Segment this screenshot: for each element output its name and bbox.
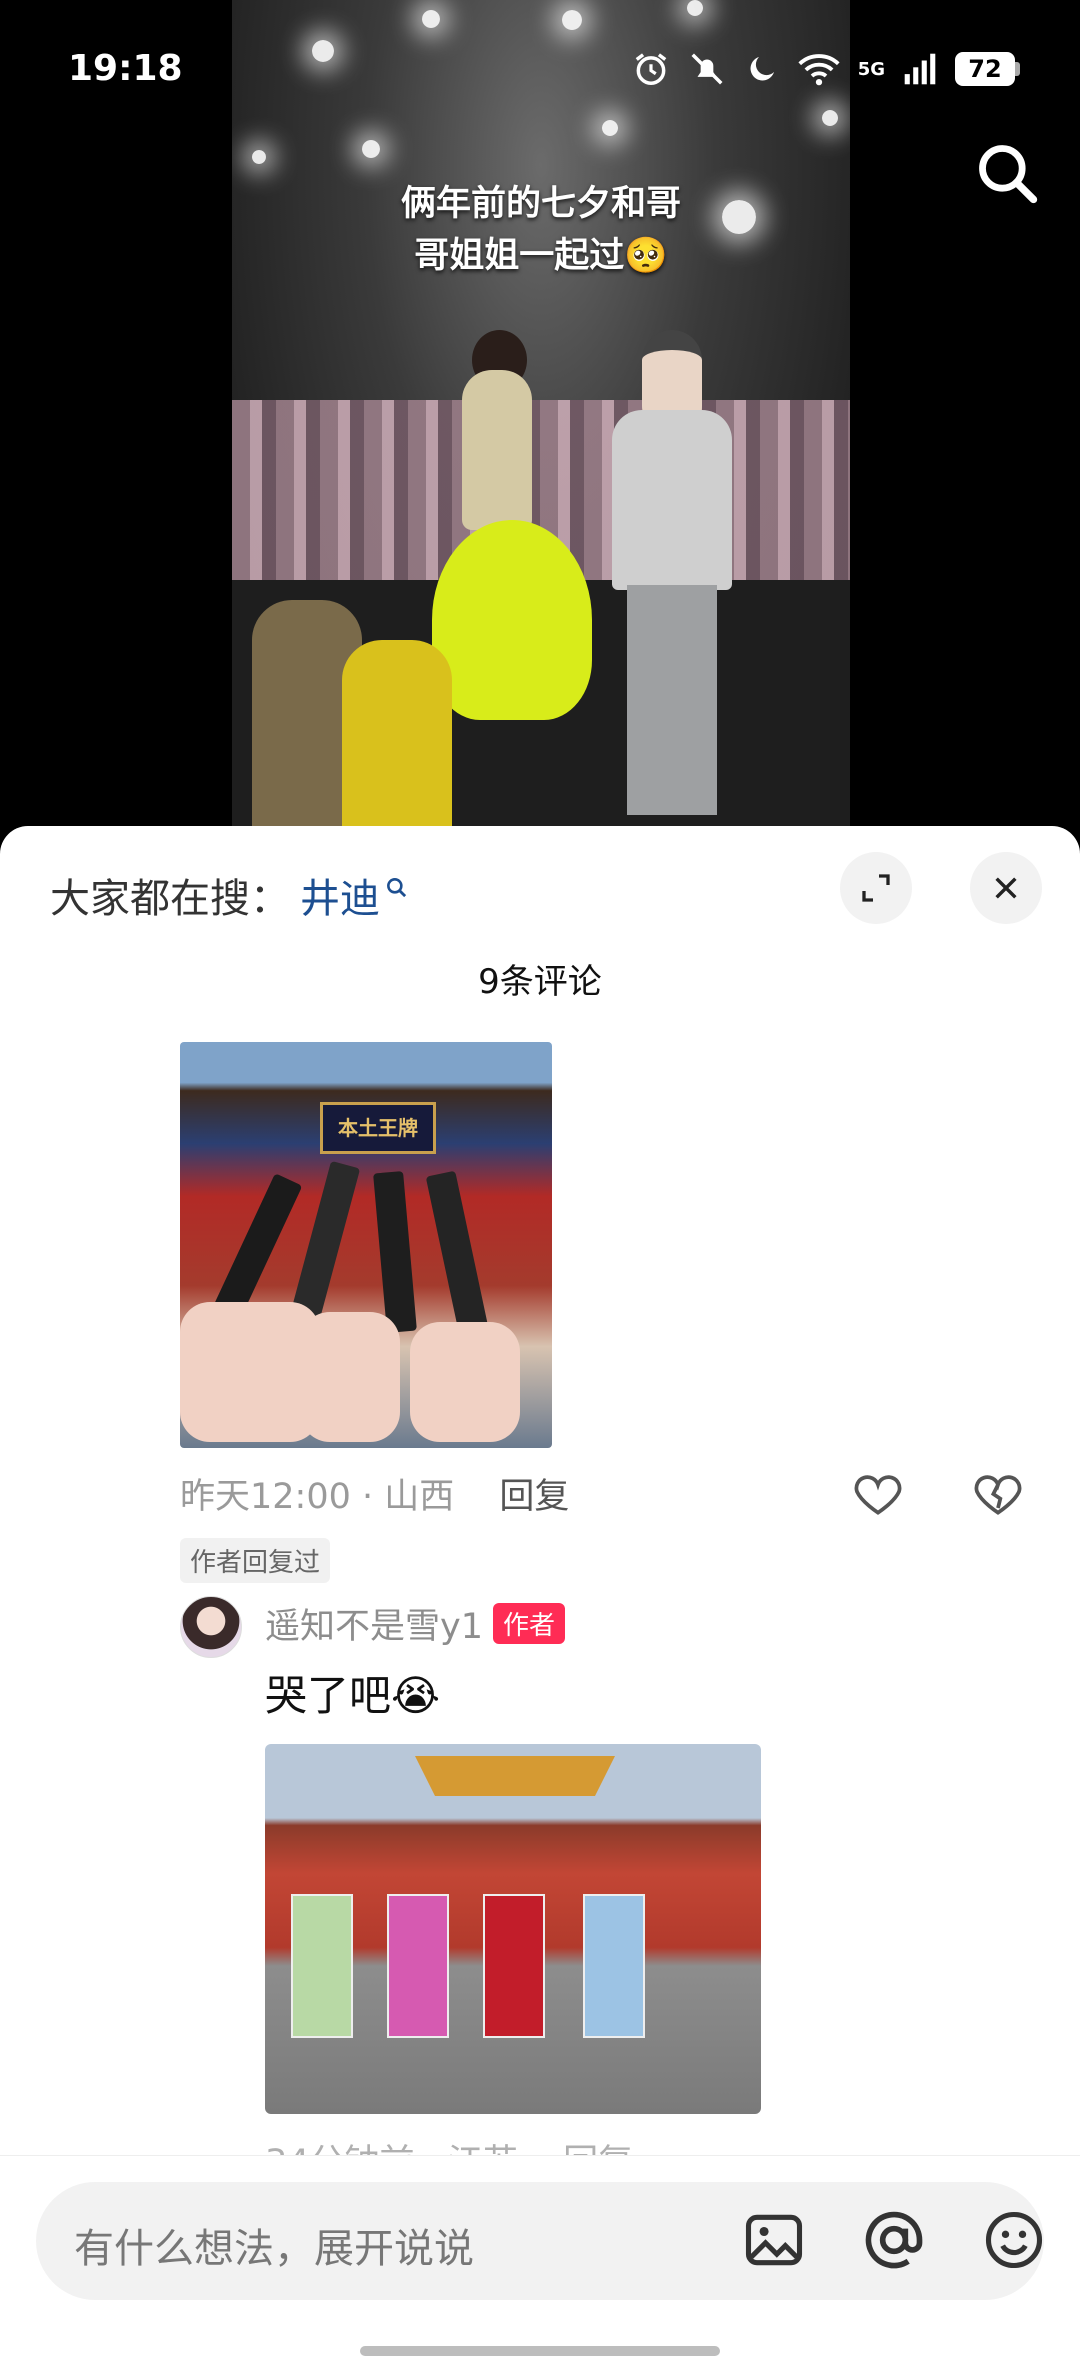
- status-bar: 19:18 5G 72: [0, 0, 1080, 140]
- avatar[interactable]: [180, 1596, 242, 1658]
- home-indicator[interactable]: [360, 2346, 720, 2356]
- trending-search[interactable]: 大家都在搜： 井迪: [50, 866, 410, 924]
- reply-button[interactable]: 回复: [499, 1477, 569, 1517]
- search-icon: [979, 145, 1038, 204]
- signal-icon: [904, 53, 936, 85]
- close-button[interactable]: [970, 852, 1042, 924]
- trending-label: 大家都在搜：: [50, 876, 290, 922]
- dislike-button[interactable]: [970, 1466, 1026, 1526]
- reply-user[interactable]: 遥知不是雪y1 作者: [265, 1598, 565, 1649]
- expand-button[interactable]: [840, 852, 912, 924]
- mention-button[interactable]: [860, 2206, 928, 2278]
- search-button[interactable]: [974, 140, 1042, 212]
- image-icon: [745, 2214, 803, 2266]
- alarm-icon: [635, 53, 666, 85]
- comment-count: 9条评论: [478, 962, 602, 1002]
- battery-icon: 72: [955, 52, 1020, 86]
- close-icon: [995, 877, 1017, 899]
- author-badge: 作者: [492, 1603, 565, 1644]
- battery-level: 72: [955, 52, 1015, 86]
- comment-input[interactable]: 有什么想法，展开说说: [36, 2182, 1044, 2300]
- comment-input-bar: 有什么想法，展开说说: [0, 2155, 1080, 2374]
- reply-text: 哭了吧😭: [265, 1671, 441, 1720]
- comment-sheet: 大家都在搜： 井迪 9条评论 本土王牌 昨天12:00 · 山西 回复 作者回复…: [0, 826, 1080, 2373]
- network-label: 5G: [857, 58, 885, 80]
- photo-sign: 本土王牌: [320, 1102, 436, 1154]
- moon-icon: [750, 57, 774, 81]
- emoji-button[interactable]: [980, 2206, 1048, 2278]
- mute-icon: [691, 53, 723, 85]
- emoji-icon: [985, 2211, 1043, 2269]
- at-icon: [865, 2211, 923, 2269]
- trending-keyword[interactable]: 井迪: [300, 866, 380, 924]
- input-placeholder: 有什么想法，展开说说: [74, 2226, 474, 2272]
- status-time: 19:18: [68, 48, 183, 89]
- like-button[interactable]: [850, 1466, 906, 1526]
- comment-time-location: 昨天12:00 · 山西: [180, 1477, 455, 1517]
- reply-username[interactable]: 遥知不是雪y1: [265, 1598, 483, 1649]
- author-replied-tag: 作者回复过: [180, 1538, 331, 1583]
- comment-meta: 昨天12:00 · 山西 回复: [180, 1468, 569, 1519]
- comment-photo[interactable]: 本土王牌: [180, 1042, 552, 1448]
- video-caption: 俩年前的七夕和哥 哥姐姐一起过🥺: [400, 184, 681, 276]
- performer-boy: [602, 330, 742, 815]
- broken-heart-icon: [974, 1475, 1022, 1515]
- status-icons: 5G 72: [632, 50, 1020, 88]
- wifi-icon: [798, 54, 840, 86]
- expand-icon: [862, 874, 890, 902]
- reply-photo[interactable]: [265, 1744, 761, 2114]
- heart-icon: [854, 1475, 902, 1515]
- small-search-icon: [387, 878, 407, 898]
- image-button[interactable]: [740, 2206, 808, 2278]
